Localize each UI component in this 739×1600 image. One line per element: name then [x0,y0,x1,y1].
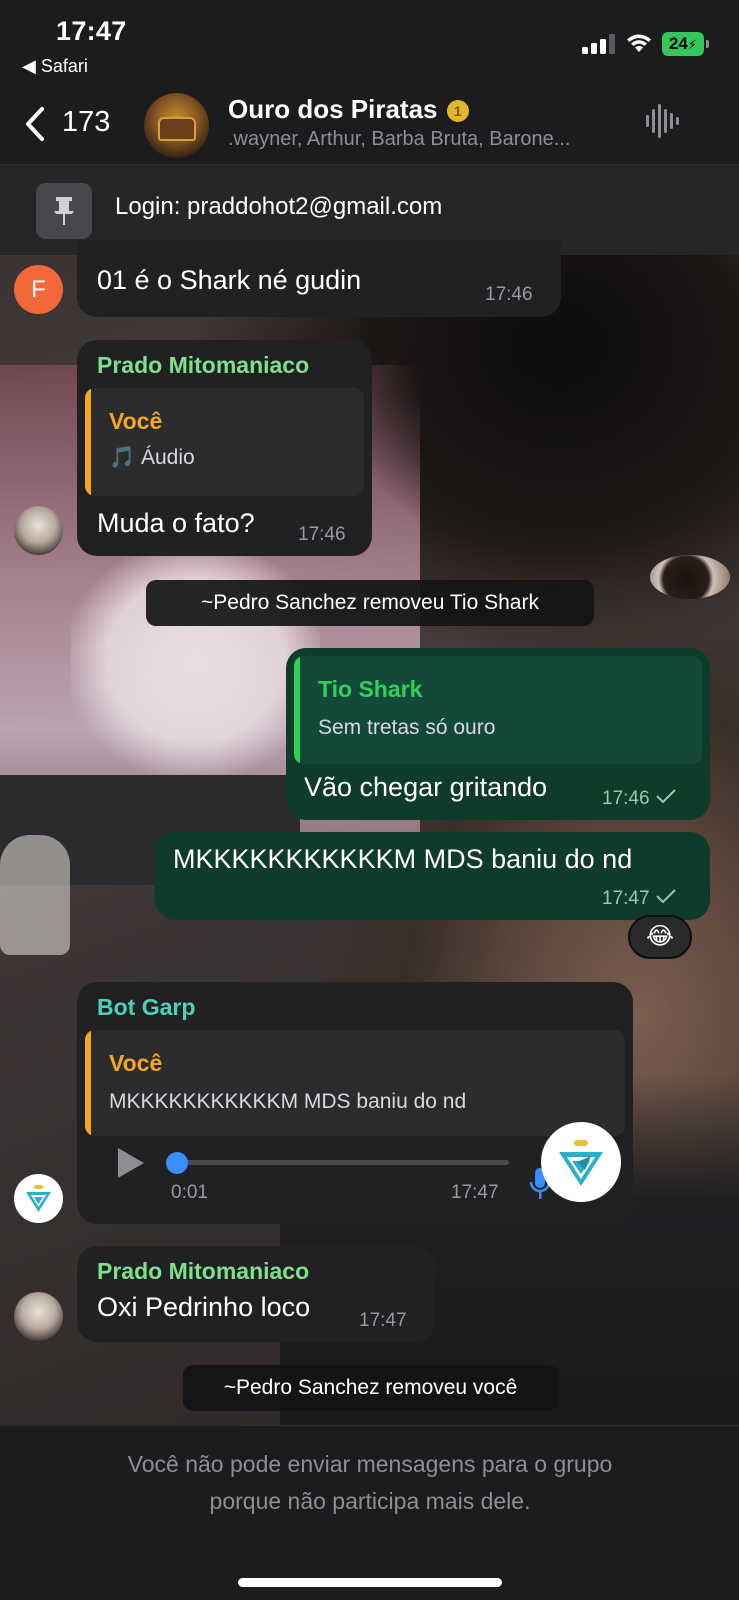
status-time: 17:47 [56,16,127,46]
sender-name[interactable]: Bot Garp [97,994,195,1021]
footer-line-1: Você não pode enviar mensagens para o gr… [127,1451,613,1477]
message-bubble[interactable]: Prado Mitomaniaco Você 🎵 Áudio Muda o fa… [77,340,372,556]
reply-text: Sem tretas só ouro [318,716,496,739]
reply-preview[interactable]: Você 🎵 Áudio [85,388,364,496]
chat-header: 173 Ouro dos Piratas 1 .wayner, Arthur, … [0,88,739,165]
group-title[interactable]: Ouro dos Piratas 1 [228,94,469,125]
message-time: 17:47 [359,1310,407,1331]
avatar[interactable] [14,506,63,555]
outgoing-message-bubble[interactable]: Tio Shark Sem tretas só ouro Vão chegar … [286,648,710,820]
message-text: MKKKKKKKKKKKM MDS baniu do nd [173,844,633,874]
footer-text: Você não pode enviar mensagens para o gr… [60,1446,680,1520]
group-name: Ouro dos Piratas [228,94,438,124]
back-chevron-icon[interactable] [22,106,48,142]
audio-progress-track[interactable] [166,1152,509,1174]
home-indicator[interactable] [238,1578,502,1587]
background-eye [650,555,730,599]
bot-logo-icon [26,1185,51,1212]
check-icon [656,889,676,904]
message-time: 17:46 [485,284,533,305]
battery-icon: 24⚡ [662,32,710,56]
avatar[interactable] [14,1292,63,1341]
message-bubble[interactable]: Prado Mitomaniaco Oxi Pedrinho loco 17:4… [77,1246,435,1342]
reply-preview[interactable]: Tio Shark Sem tretas só ouro [294,656,702,764]
reply-author: Você [109,1050,163,1076]
reply-text: MKKKKKKKKKKKM MDS baniu do nd [109,1090,467,1113]
voice-chat-icon[interactable] [646,104,682,138]
time-text: 17:47 [602,888,650,909]
battery-level: 24 [668,34,688,53]
message-time: 17:46 [298,524,346,545]
check-icon [656,789,676,804]
status-bar: 17:47 ◀ Safari 24⚡ [0,0,739,88]
sender-name[interactable]: Prado Mitomaniaco [97,352,309,379]
bot-avatar[interactable] [14,1174,63,1223]
background-vase [0,835,70,955]
time-text: 17:46 [602,788,650,809]
message-bubble[interactable]: 01 é o Shark né gudin 17:46 [77,240,561,317]
pin-icon [36,183,92,239]
message-text: Muda o fato? [97,508,255,538]
message-time: 17:47 [602,888,677,910]
avatar[interactable]: F [14,265,63,314]
system-message: ~Pedro Sanchez removeu Tio Shark [146,580,594,626]
signal-icon [582,34,616,54]
bot-logo-icon [559,1140,603,1186]
audio-progress-knob[interactable] [166,1152,188,1174]
reply-preview[interactable]: Você MKKKKKKKKKKKM MDS baniu do nd [85,1030,625,1136]
audio-elapsed: 0:01 [171,1182,208,1203]
footer-line-2: porque não participa mais dele. [209,1488,531,1514]
medal-icon: 1 [446,100,469,122]
reply-author: Você [109,408,163,434]
message-text: Oxi Pedrinho loco [97,1292,311,1322]
group-members[interactable]: .wayner, Arthur, Barba Bruta, Barone... [228,128,570,151]
system-text: ~Pedro Sanchez removeu Tio Shark [201,591,539,614]
message-text: Vão chegar gritando [304,772,548,802]
group-avatar[interactable] [144,93,209,158]
play-icon[interactable] [115,1146,147,1180]
bot-profile-badge[interactable] [541,1122,621,1202]
reaction-badge[interactable]: 😂 [628,915,692,959]
unread-count[interactable]: 173 [62,106,110,139]
sender-name[interactable]: Prado Mitomaniaco [97,1258,309,1285]
system-message: ~Pedro Sanchez removeu você [183,1365,558,1411]
outgoing-message-bubble[interactable]: MKKKKKKKKKKKM MDS baniu do nd 17:47 [155,832,710,920]
message-time: 17:46 [602,788,677,810]
back-to-safari[interactable]: ◀ Safari [22,56,88,77]
pinned-text: Login: praddohot2@gmail.com [115,193,443,220]
avatar-letter: F [31,276,46,303]
reply-text: 🎵 Áudio [109,446,195,469]
footer-notice: Você não pode enviar mensagens para o gr… [0,1425,739,1600]
laughing-emoji-icon: 😂 [645,923,675,950]
wifi-icon [627,34,651,52]
message-text: 01 é o Shark né gudin [97,265,362,295]
message-time: 17:47 [451,1182,499,1203]
reply-author: Tio Shark [318,676,423,702]
system-text: ~Pedro Sanchez removeu você [223,1376,518,1399]
